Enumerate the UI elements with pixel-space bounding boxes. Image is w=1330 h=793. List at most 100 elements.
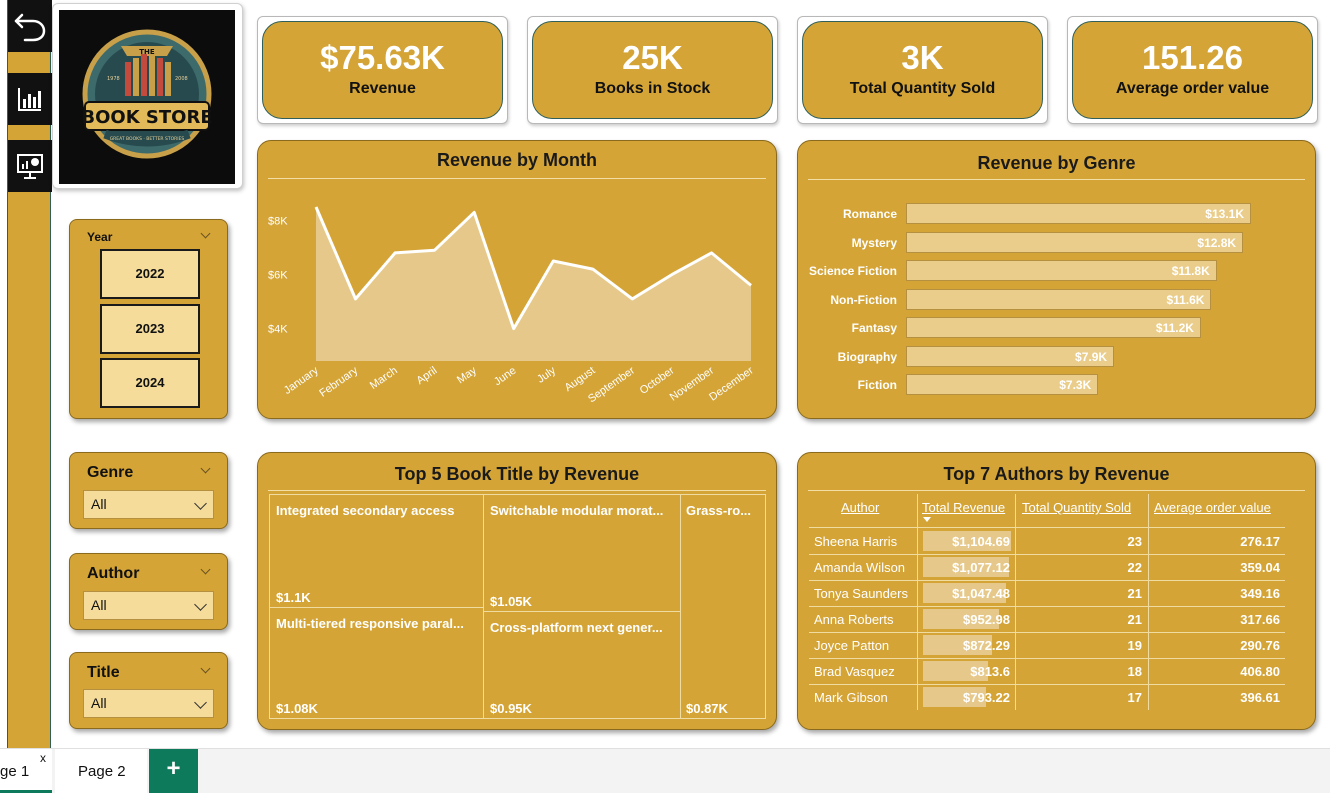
- quantity-sold-cell: 17: [1127, 690, 1142, 705]
- title-slicer-title: Title: [87, 664, 120, 681]
- back-button[interactable]: [8, 0, 52, 52]
- chevron-down-icon[interactable]: [200, 564, 211, 575]
- treemap-tile[interactable]: Integrated secondary access $1.1K: [269, 494, 484, 608]
- treemap-tile-value: $1.05K: [490, 594, 532, 609]
- divider: [808, 490, 1305, 491]
- treemap-tile-name: Multi-tiered responsive paral...: [276, 616, 464, 631]
- column-header-average-order-value[interactable]: Average order value: [1154, 500, 1271, 515]
- genre-bar-value: $11.2K: [1155, 321, 1194, 335]
- average-order-value-cell: 359.04: [1240, 560, 1280, 575]
- kpi-revenue-label: Revenue: [349, 80, 416, 97]
- presentation-icon: [17, 154, 43, 179]
- kpi-revenue-card: $75.63K Revenue: [257, 16, 508, 124]
- tab-page-2[interactable]: Page 2: [55, 749, 147, 793]
- sort-desc-icon: [923, 517, 931, 522]
- total-revenue-cell: $1,077.12: [952, 560, 1010, 575]
- author-name-cell: Tonya Saunders: [814, 586, 908, 601]
- genre-label: Science Fiction: [808, 264, 897, 278]
- author-name-cell: Joyce Patton: [814, 638, 890, 653]
- genre-slicer: Genre All: [69, 452, 228, 529]
- total-revenue-cell: $952.98: [963, 612, 1010, 627]
- y-axis-ticks: $4K $6K $8K: [268, 216, 288, 336]
- treemap-tile[interactable]: Multi-tiered responsive paral... $1.08K: [269, 607, 484, 719]
- year-option-2023[interactable]: 2023: [100, 304, 200, 354]
- genre-bar[interactable]: $11.6K: [906, 288, 1212, 310]
- logo-main-text: BOOK STORE: [81, 107, 212, 128]
- report-nav-button[interactable]: [8, 73, 52, 125]
- presentation-nav-button[interactable]: [8, 140, 52, 192]
- treemap-tile-value: $1.1K: [276, 590, 311, 605]
- treemap-tile-value: $1.08K: [276, 701, 318, 716]
- column-header-total-revenue[interactable]: Total Revenue: [922, 500, 1005, 515]
- treemap-tile-name: Switchable modular morat...: [490, 503, 664, 518]
- bookstore-logo-graphic: THE 1978 2008 BOOK STORE GREAT BOOKS · B…: [81, 29, 213, 159]
- row-divider: [809, 658, 1285, 659]
- row-divider: [809, 554, 1285, 555]
- quantity-sold-cell: 21: [1127, 612, 1142, 627]
- column-header-author[interactable]: Author: [841, 500, 879, 515]
- genre-bar[interactable]: $12.8K: [906, 231, 1244, 253]
- add-page-button[interactable]: +: [149, 749, 198, 793]
- tab-close-icon[interactable]: x: [40, 751, 46, 765]
- kpi-quantity-value: 3K: [901, 39, 944, 76]
- chevron-down-icon[interactable]: [200, 463, 211, 474]
- title-dropdown[interactable]: All: [83, 689, 214, 718]
- genre-bar-value: $7.9K: [1075, 349, 1108, 364]
- chevron-down-icon: [194, 497, 207, 510]
- row-divider: [809, 632, 1285, 633]
- y-tick-label: $4K: [268, 324, 288, 336]
- treemap-tile-value: $0.95K: [490, 701, 532, 716]
- genre-bar-value: $12.8K: [1197, 235, 1237, 250]
- total-revenue-cell: $1,047.48: [952, 586, 1010, 601]
- genre-bar[interactable]: $11.2K: [906, 317, 1201, 338]
- genre-slicer-title: Genre: [87, 464, 134, 481]
- revenue-by-genre-title: Revenue by Genre: [977, 153, 1136, 173]
- revenue-by-month-chart: $4K $6K $8K JanuaryFebruary March April May Ju…: [268, 206, 756, 405]
- kpi-stock-value: 25K: [622, 39, 683, 76]
- author-slicer-title: Author: [87, 565, 140, 582]
- total-revenue-cell: $793.22: [963, 690, 1010, 705]
- genre-bar-value: $13.1K: [1205, 207, 1244, 221]
- row-divider: [809, 684, 1285, 685]
- treemap-tile[interactable]: Grass-ro... $0.87K: [680, 494, 766, 719]
- chevron-down-icon[interactable]: [200, 228, 211, 239]
- chevron-down-icon: [194, 598, 207, 611]
- genre-bar-value: $11.6K: [1166, 292, 1205, 307]
- quantity-sold-cell: 19: [1127, 638, 1142, 653]
- title-slicer: Title All: [69, 652, 228, 729]
- genre-label: Fantasy: [851, 321, 897, 335]
- treemap-tile-name: Cross-platform next gener...: [490, 620, 663, 635]
- nav-rail: [7, 0, 52, 748]
- tab-page-1[interactable]: ge 1 x: [0, 749, 52, 793]
- x-axis-ticks: JanuaryFebruary March April May June July Augu…: [282, 364, 756, 405]
- logo-year-left: 1978: [107, 76, 120, 82]
- bar-chart-icon: [18, 88, 41, 111]
- year-option-2024[interactable]: 2024: [100, 358, 200, 408]
- treemap-tile[interactable]: Cross-platform next gener... $0.95K: [483, 611, 681, 719]
- treemap-tile[interactable]: Switchable modular morat... $1.05K: [483, 494, 681, 612]
- year-option-2022[interactable]: 2022: [100, 249, 200, 299]
- author-name-cell: Mark Gibson: [814, 690, 888, 705]
- x-tick-label: April: [414, 365, 439, 387]
- genre-label: Mystery: [851, 235, 897, 250]
- genre-bar[interactable]: $11.8K: [906, 260, 1217, 281]
- row-divider: [809, 527, 1285, 528]
- genre-bar[interactable]: $13.1K: [906, 203, 1251, 224]
- author-name-cell: Brad Vasquez: [814, 664, 895, 679]
- genre-dropdown[interactable]: All: [83, 490, 214, 519]
- author-dropdown[interactable]: All: [83, 591, 214, 620]
- title-dropdown-value: All: [91, 695, 107, 711]
- average-order-value-cell: 406.80: [1240, 664, 1280, 679]
- author-name-cell: Anna Roberts: [814, 612, 894, 627]
- column-header-total-quantity-sold[interactable]: Total Quantity Sold: [1022, 500, 1131, 515]
- average-order-value-cell: 290.76: [1240, 638, 1280, 653]
- chevron-down-icon[interactable]: [200, 663, 211, 674]
- kpi-aov-label: Average order value: [1115, 80, 1270, 97]
- year-slicer: Year 2022 2023 2024: [69, 219, 228, 419]
- bookstore-logo: THE 1978 2008 BOOK STORE GREAT BOOKS · B…: [59, 10, 235, 184]
- genre-bar[interactable]: $7.3K: [906, 374, 1099, 395]
- divider: [808, 179, 1305, 180]
- average-order-value-cell: 276.17: [1240, 534, 1280, 549]
- total-revenue-cell: $813.6: [970, 664, 1010, 679]
- genre-bar[interactable]: $7.9K: [906, 345, 1115, 367]
